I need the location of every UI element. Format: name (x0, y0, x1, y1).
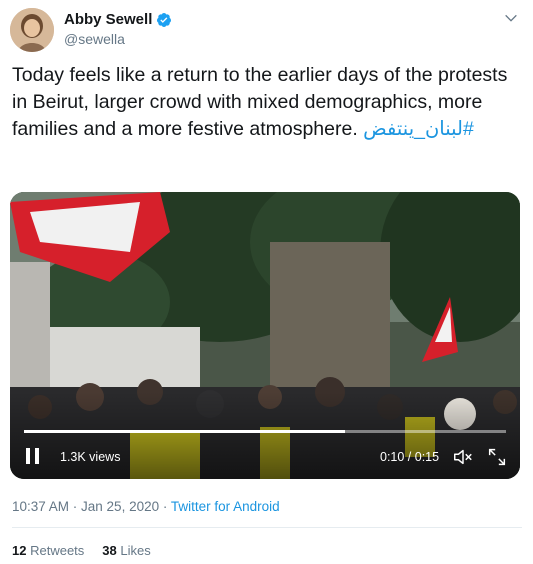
tweet-text: Today feels like a return to the earlier… (12, 62, 522, 143)
video-player[interactable]: 1.3K views 0:10 / 0:15 (10, 192, 520, 479)
likes-stat[interactable]: 38 Likes (102, 543, 150, 558)
author-name[interactable]: Abby Sewell (64, 11, 172, 28)
video-progress-bar[interactable] (24, 430, 506, 433)
retweets-label: Retweets (30, 543, 85, 558)
hashtag-link[interactable]: #لبنان_ينتفض (363, 118, 474, 140)
verified-badge-icon (157, 12, 172, 27)
pause-icon[interactable] (24, 446, 42, 466)
author-handle[interactable]: @sewella (64, 31, 125, 47)
tweet-meta: 10:37 AM · Jan 25, 2020 · Twitter for An… (12, 499, 280, 514)
mute-icon[interactable] (452, 446, 474, 468)
fullscreen-icon[interactable] (486, 446, 508, 468)
likes-label: Likes (120, 543, 151, 558)
video-time: 0:10 / 0:15 (380, 450, 440, 464)
avatar-image (10, 8, 54, 52)
author-name-text: Abby Sewell (64, 11, 153, 28)
video-frame (10, 192, 520, 479)
source-link[interactable]: Twitter for Android (171, 499, 280, 514)
divider (12, 527, 522, 528)
avatar[interactable] (10, 8, 54, 52)
tweet-card: Abby Sewell @sewella Today feels like a … (0, 0, 533, 564)
chevron-down-icon[interactable] (503, 10, 519, 26)
tweet-stats: 12 Retweets 38 Likes (12, 543, 151, 558)
view-count: 1.3K views (60, 450, 121, 464)
video-controls: 1.3K views 0:10 / 0:15 (10, 442, 520, 472)
video-progress-fill (24, 430, 346, 433)
retweets-stat[interactable]: 12 Retweets (12, 543, 84, 558)
timestamp[interactable]: 10:37 AM · Jan 25, 2020 (12, 499, 159, 514)
retweets-count: 12 (12, 543, 27, 558)
likes-count: 38 (102, 543, 117, 558)
meta-separator: · (159, 499, 171, 514)
